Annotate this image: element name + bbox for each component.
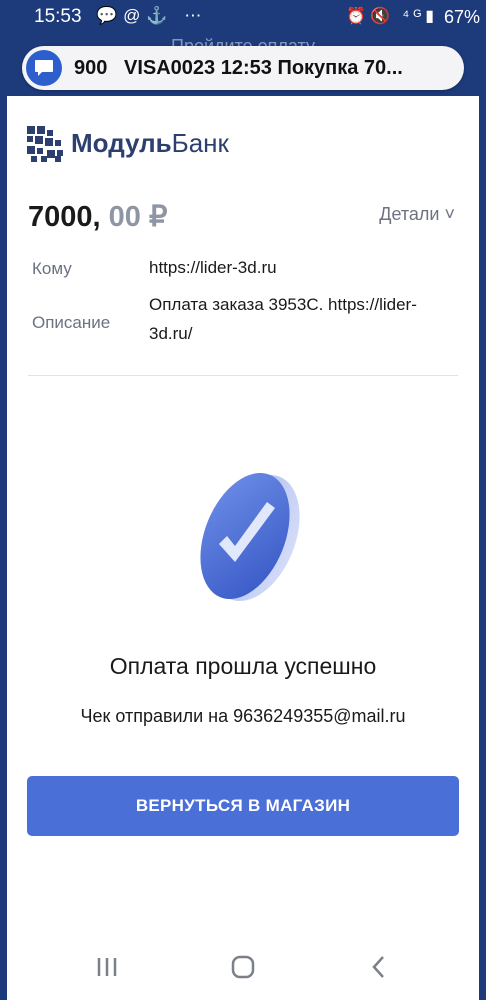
bank-logo: МодульБанк [27, 126, 229, 167]
details-toggle[interactable]: Детали ˅ [379, 204, 455, 225]
status-bar: 15:53 💬@⚓ ⋯ ⏰🔇 ⁴ᴳ▮ 67% [0, 0, 486, 34]
description-label: Описание [32, 313, 111, 332]
back-icon[interactable] [359, 952, 399, 982]
navigation-bar [7, 942, 479, 992]
recipient-value: https://lider-3d.ru [149, 258, 277, 277]
notification-sender: 900 [74, 57, 108, 79]
description-value: Оплата заказа 3953С. https://lider-3d.ru… [149, 295, 417, 343]
bank-name: МодульБанк [71, 128, 229, 158]
success-check-icon [183, 466, 303, 621]
sms-notification[interactable]: 900 VISA0023 12:53 Покупка 70... [22, 46, 464, 90]
amount-integer: 7000, [28, 201, 101, 233]
payment-amount: 7000, 00 ₽ [28, 199, 167, 234]
modulbank-logo-icon [27, 126, 63, 162]
status-right-icons: ⏰🔇 ⁴ᴳ▮ [346, 8, 438, 25]
receipt-info: Чек отправили на 9636249355@mail.ru [80, 706, 406, 726]
return-to-shop-button[interactable]: ВЕРНУТЬСЯ В МАГАЗИН [27, 776, 459, 836]
success-title: Оплата прошла успешно [109, 653, 377, 679]
notification-message: VISA0023 12:53 Покупка 70... [124, 57, 403, 79]
payment-card: МодульБанк 7000, 00 ₽ Детали ˅ Кому http… [7, 96, 479, 1000]
home-icon[interactable] [223, 952, 263, 982]
battery-level: 67% [443, 7, 480, 27]
message-icon [26, 50, 62, 86]
status-left-icons: 💬@⚓ ⋯ [96, 6, 208, 25]
recipient-label: Кому [32, 259, 72, 278]
divider [28, 375, 458, 376]
recent-apps-icon[interactable] [87, 952, 127, 982]
amount-fraction: 00 ₽ [108, 201, 168, 233]
status-time: 15:53 [34, 6, 82, 27]
